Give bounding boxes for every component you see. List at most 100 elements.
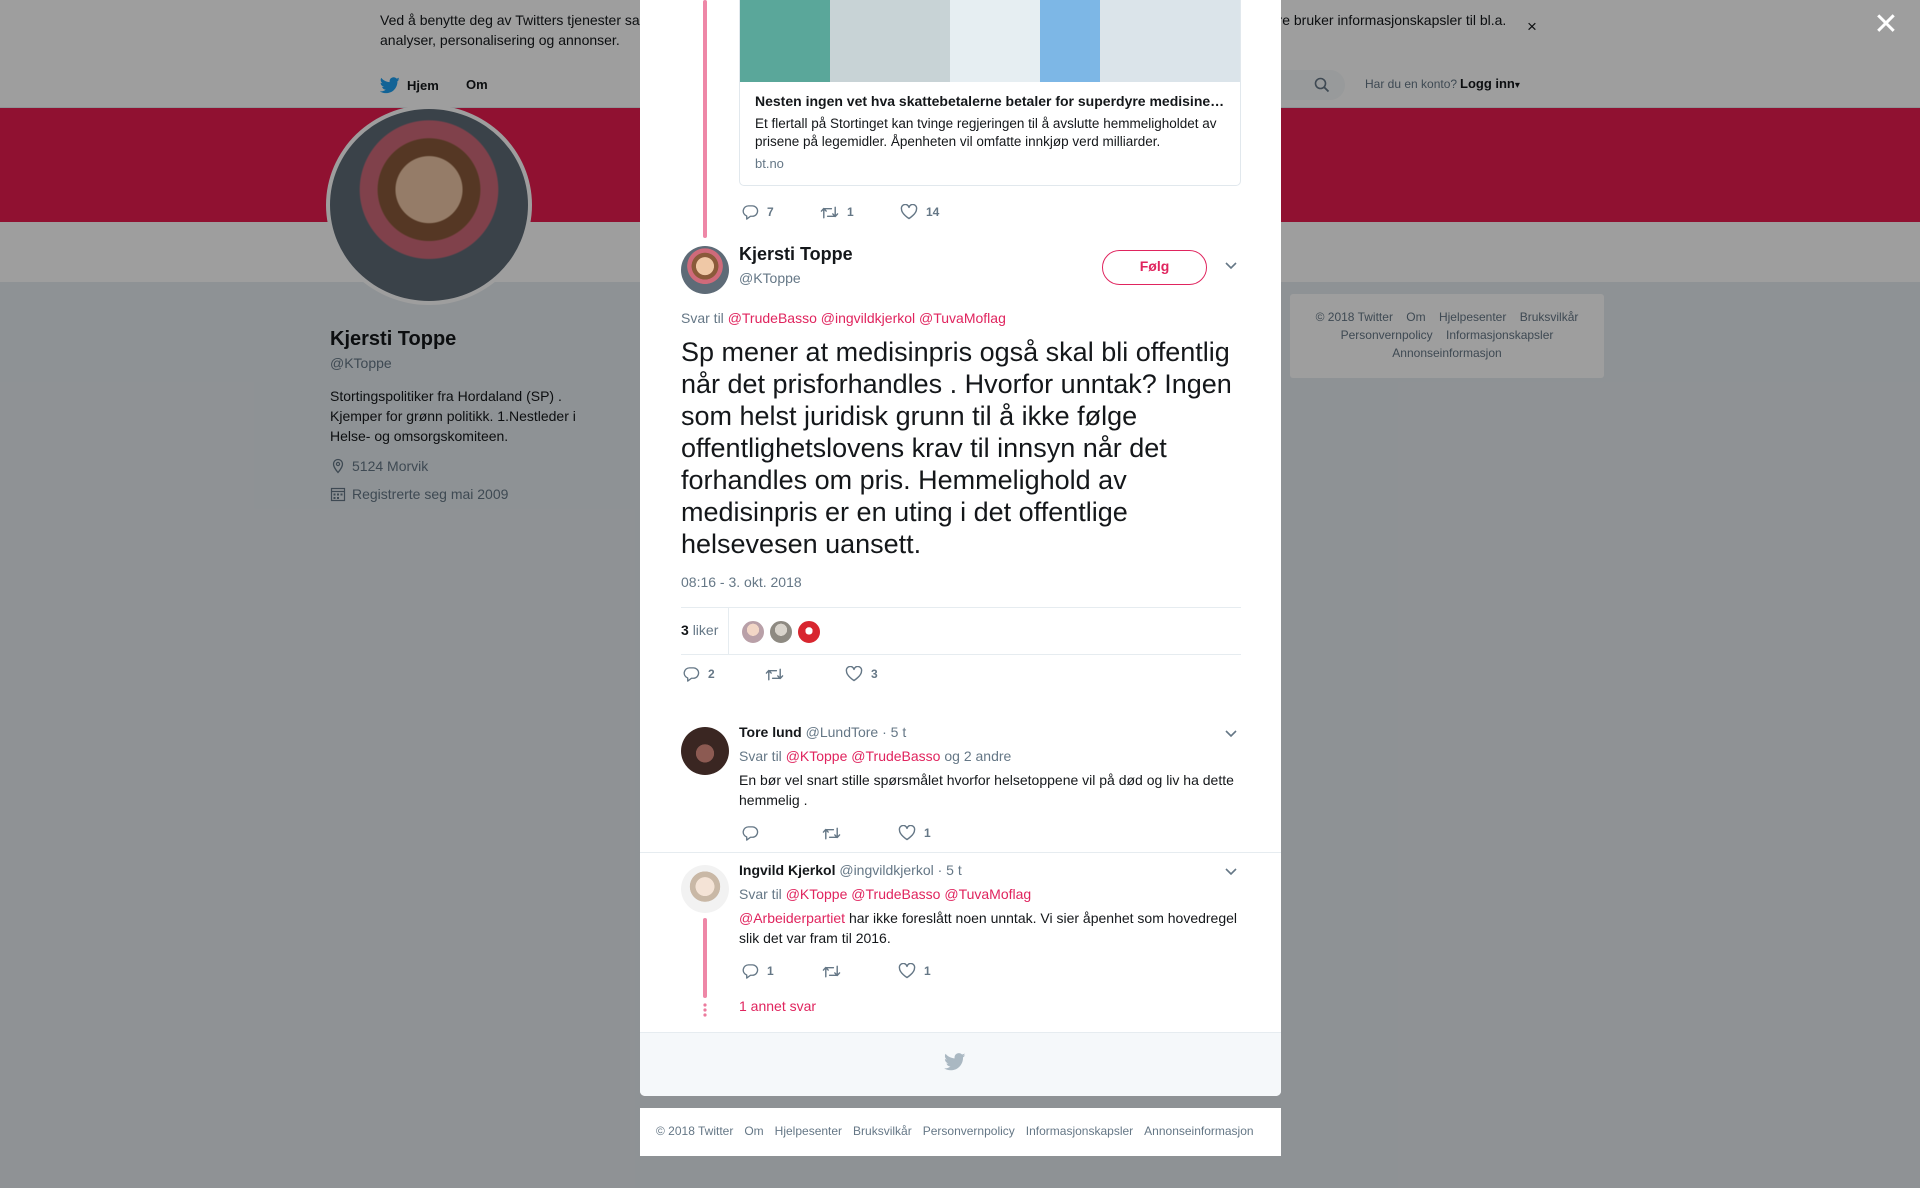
reply-author-handle[interactable]: @LundTore bbox=[806, 724, 879, 740]
liker-avatar[interactable] bbox=[769, 620, 793, 644]
reply-button[interactable] bbox=[742, 825, 822, 841]
retweet-button[interactable] bbox=[765, 667, 845, 682]
mention-link[interactable]: @TrudeBasso bbox=[851, 886, 940, 902]
reply-icon bbox=[742, 204, 759, 220]
tweet-text: Sp mener at medisinpris også skal bli of… bbox=[681, 337, 1232, 559]
liker-avatar[interactable] bbox=[797, 620, 821, 644]
author-name[interactable]: Kjersti Toppe bbox=[739, 244, 853, 265]
mention-link[interactable]: @TrudeBasso bbox=[728, 310, 817, 326]
mention-link[interactable]: @Arbeiderpartiet bbox=[739, 910, 845, 926]
likes-stat[interactable]: 3 liker bbox=[681, 622, 718, 638]
reply-actions: 1 bbox=[742, 825, 931, 841]
reply-author-avatar[interactable] bbox=[681, 727, 729, 775]
like-count: 1 bbox=[924, 826, 931, 840]
reply-button[interactable]: 1 bbox=[742, 963, 822, 979]
reply-time[interactable]: · 5 t bbox=[938, 862, 962, 878]
link-preview-card[interactable]: Nesten ingen vet hva skattebetalerne bet… bbox=[739, 0, 1241, 186]
heart-icon bbox=[898, 963, 916, 979]
modal-footer bbox=[640, 1032, 1281, 1096]
reply-button[interactable]: 7 bbox=[742, 204, 820, 220]
retweet-icon bbox=[822, 964, 841, 979]
reply-actions: 1 1 bbox=[742, 963, 931, 979]
tweet-timestamp[interactable]: 08:16 - 3. okt. 2018 bbox=[681, 574, 802, 590]
mention-link[interactable]: @KToppe bbox=[786, 748, 848, 764]
reply-icon bbox=[742, 963, 759, 979]
author-handle[interactable]: @KToppe bbox=[739, 270, 801, 286]
like-button[interactable]: 1 bbox=[898, 963, 931, 979]
footer-links: © 2018 Twitter Om Hjelpesenter Bruksvilk… bbox=[656, 1124, 1254, 1138]
thread-connector bbox=[703, 918, 707, 998]
reply-count: 7 bbox=[767, 205, 774, 219]
follow-button[interactable]: Følg bbox=[1102, 250, 1207, 285]
reply-time[interactable]: · 5 t bbox=[882, 724, 906, 740]
like-count: 1 bbox=[924, 964, 931, 978]
close-icon[interactable]: ✕ bbox=[1872, 10, 1900, 40]
page-footer: © 2018 Twitter Om Hjelpesenter Bruksvilk… bbox=[640, 1108, 1281, 1156]
liker-avatar[interactable] bbox=[741, 620, 765, 644]
footer-link[interactable]: © 2018 Twitter bbox=[656, 1124, 733, 1138]
reply-text: @Arbeiderpartiet har ikke foreslått noen… bbox=[739, 908, 1239, 948]
twitter-bird-icon bbox=[944, 1053, 966, 1071]
likes-label: liker bbox=[692, 622, 719, 638]
reply-to-suffix[interactable]: og 2 andre bbox=[944, 748, 1011, 764]
footer-link[interactable]: Bruksvilkår bbox=[853, 1124, 912, 1138]
retweet-button[interactable] bbox=[822, 826, 898, 841]
heart-icon bbox=[845, 666, 863, 682]
reply-to-line: Svar til @KToppe @TrudeBasso @TuvaMoflag bbox=[739, 886, 1031, 902]
reply-to-line: Svar til @TrudeBasso @ingvildkjerkol @Tu… bbox=[681, 310, 1006, 326]
heart-icon bbox=[898, 825, 916, 841]
reply-count: 1 bbox=[767, 964, 774, 978]
mention-link[interactable]: @TuvaMoflag bbox=[919, 310, 1006, 326]
mention-link[interactable]: @TrudeBasso bbox=[851, 748, 940, 764]
mention-link[interactable]: @ingvildkjerkol bbox=[821, 310, 915, 326]
mention-link[interactable]: @KToppe bbox=[786, 886, 848, 902]
reply-author-avatar[interactable] bbox=[681, 865, 729, 913]
retweet-icon bbox=[822, 826, 841, 841]
stats-divider bbox=[728, 608, 729, 654]
author-avatar[interactable] bbox=[681, 246, 729, 294]
reply-to-prefix: Svar til bbox=[681, 310, 724, 326]
likes-number: 3 bbox=[681, 622, 689, 638]
reply-to-line: Svar til @KToppe @TrudeBasso og 2 andre bbox=[739, 748, 1011, 764]
tweet-permalink-modal: Nesten ingen vet hva skattebetalerne bet… bbox=[640, 0, 1281, 1096]
reply-divider bbox=[640, 852, 1281, 853]
like-button[interactable]: 14 bbox=[900, 204, 939, 220]
footer-link[interactable]: Informasjonskapsler bbox=[1026, 1124, 1133, 1138]
link-preview-title: Nesten ingen vet hva skattebetalerne bet… bbox=[755, 93, 1229, 109]
tweet-actions: 2 3 bbox=[683, 666, 878, 682]
footer-link[interactable]: Om bbox=[744, 1124, 763, 1138]
chevron-down-icon[interactable] bbox=[1224, 261, 1238, 270]
reply-author-name[interactable]: Ingvild Kjerkol bbox=[739, 862, 835, 878]
link-preview-domain: bt.no bbox=[755, 156, 784, 171]
chevron-down-icon[interactable] bbox=[1224, 729, 1238, 738]
reply-author-handle[interactable]: @ingvildkjerkol bbox=[839, 862, 933, 878]
reply-button[interactable]: 2 bbox=[683, 666, 765, 682]
reply-icon bbox=[742, 825, 759, 841]
reply-header: Ingvild Kjerkol @ingvildkjerkol · 5 t bbox=[739, 862, 962, 878]
show-more-replies-link[interactable]: 1 annet svar bbox=[739, 998, 816, 1014]
reply-icon bbox=[683, 666, 700, 682]
mention-link[interactable]: @TuvaMoflag bbox=[944, 886, 1031, 902]
footer-link[interactable]: Personvernpolicy bbox=[923, 1124, 1015, 1138]
tweet-actions: 7 1 14 bbox=[742, 204, 939, 220]
like-count: 3 bbox=[871, 667, 878, 681]
reply-to-prefix: Svar til bbox=[739, 886, 782, 902]
chevron-down-icon[interactable] bbox=[1224, 867, 1238, 876]
retweet-button[interactable] bbox=[822, 964, 898, 979]
thread-connector bbox=[703, 0, 707, 238]
like-button[interactable]: 1 bbox=[898, 825, 931, 841]
retweet-count: 1 bbox=[847, 205, 854, 219]
link-preview-description: Et flertall på Stortinget kan tvinge reg… bbox=[755, 116, 1217, 149]
retweet-icon bbox=[765, 667, 784, 682]
tweet-stats: 3 liker bbox=[681, 607, 1241, 655]
reply-author-name[interactable]: Tore lund bbox=[739, 724, 802, 740]
heart-icon bbox=[900, 204, 918, 220]
retweet-button[interactable]: 1 bbox=[820, 205, 900, 220]
footer-link[interactable]: Hjelpesenter bbox=[775, 1124, 842, 1138]
link-preview-image bbox=[740, 0, 1240, 82]
more-replies-dots-icon bbox=[703, 1003, 707, 1017]
reply-header: Tore lund @LundTore · 5 t bbox=[739, 724, 906, 740]
like-button[interactable]: 3 bbox=[845, 666, 878, 682]
footer-link[interactable]: Annonseinformasjon bbox=[1144, 1124, 1253, 1138]
reply-text: En bør vel snart stille spørsmålet hvorf… bbox=[739, 772, 1234, 808]
